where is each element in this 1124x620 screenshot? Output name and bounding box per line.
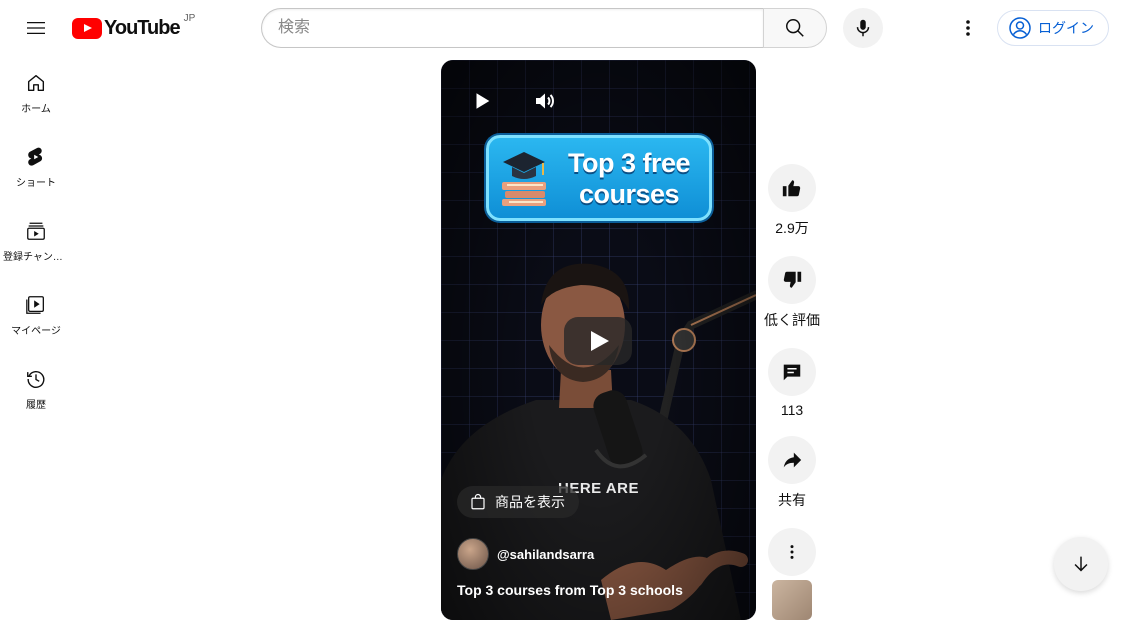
center-play-button[interactable] (564, 317, 632, 365)
title-card-line-1: Top 3 free (567, 148, 691, 178)
sidebar-item-label: ホーム (21, 104, 51, 115)
subscriptions-icon (27, 222, 45, 240)
graduation-cap-books-icon (502, 152, 546, 206)
history-icon (27, 371, 45, 388)
view-products-label: 商品を表示 (495, 494, 565, 510)
search-input[interactable] (261, 8, 764, 48)
title-card-line-2: courses (578, 179, 680, 209)
settings-more-button[interactable] (948, 8, 988, 48)
more-actions-button[interactable] (768, 528, 816, 576)
comment-count: 113 (780, 402, 804, 418)
menu-button[interactable] (16, 8, 56, 48)
menu-icon (27, 22, 45, 34)
more-vert-icon (790, 545, 794, 559)
more-vert-icon (966, 20, 970, 36)
dislike-label: 低く評価 (764, 312, 820, 328)
comment-action: 113 (765, 348, 819, 418)
thumb-up-icon (782, 180, 801, 197)
like-button[interactable] (768, 164, 816, 212)
like-action: 2.9万 (765, 164, 819, 238)
more-action (765, 528, 819, 576)
search-box (261, 8, 827, 48)
volume-icon[interactable] (533, 89, 557, 113)
search-button[interactable] (763, 8, 827, 48)
video-title[interactable]: Top 3 courses from Top 3 schools (457, 582, 683, 598)
sidebar-item-label: 登録チャンネル (3, 252, 69, 263)
shorts-actions: 2.9万 低く評価 113 共有 (764, 164, 820, 576)
voice-search-button[interactable] (843, 8, 883, 48)
channel-avatar[interactable] (457, 538, 489, 570)
account-circle-icon (1009, 17, 1031, 39)
home-icon (27, 74, 45, 92)
like-count: 2.9万 (775, 220, 809, 236)
sidebar-item-subscriptions[interactable]: 登録チャンネル (0, 204, 72, 278)
comments-button[interactable] (768, 348, 816, 396)
login-label: ログイン (1038, 20, 1094, 36)
login-button[interactable]: ログイン (997, 10, 1109, 46)
country-code: JP (183, 12, 196, 24)
shorts-icon (28, 147, 43, 166)
share-label: 共有 (778, 492, 806, 508)
logo-wordmark: YouTube (104, 16, 181, 39)
mini-guide: ホーム ショート 登録チャンネル マイページ 履歴 (0, 56, 72, 426)
channel-handle[interactable]: @sahilandsarra (497, 547, 594, 562)
view-products-button[interactable]: 商品を表示 (457, 486, 579, 518)
title-card-text: Top 3 free courses (553, 148, 705, 210)
share-icon (783, 452, 802, 468)
dislike-button[interactable] (768, 256, 816, 304)
shorts-player[interactable]: Top 3 free courses HERE ARE 商品を表示 @sahil… (441, 60, 756, 620)
dislike-action: 低く評価 (764, 256, 820, 330)
play-icon[interactable] (471, 90, 493, 112)
sidebar-item-you[interactable]: マイページ (0, 278, 72, 352)
library-icon (26, 296, 44, 314)
masthead: YouTube JP ログイン (0, 0, 1124, 56)
arrow-down-icon (1074, 556, 1088, 572)
sidebar-item-label: マイページ (11, 326, 61, 337)
next-video-button[interactable] (1054, 537, 1108, 591)
sidebar-item-label: 履歴 (26, 400, 46, 411)
share-action: 共有 (765, 436, 819, 510)
sidebar-item-label: ショート (16, 178, 56, 189)
sidebar-item-shorts[interactable]: ショート (0, 130, 72, 204)
mic-icon (856, 19, 870, 37)
comment-icon (783, 364, 801, 381)
youtube-play-logo-icon (72, 17, 102, 39)
sound-thumbnail[interactable] (772, 580, 812, 620)
thumb-down-icon (783, 271, 802, 288)
share-button[interactable] (768, 436, 816, 484)
sidebar-item-history[interactable]: 履歴 (0, 352, 72, 426)
video-title-card: Top 3 free courses (486, 135, 712, 221)
search-icon (786, 19, 804, 37)
channel-info[interactable]: @sahilandsarra (457, 538, 594, 570)
shopping-bag-icon (471, 493, 485, 510)
youtube-logo[interactable]: YouTube JP (72, 12, 196, 40)
sidebar-item-home[interactable]: ホーム (0, 56, 72, 130)
